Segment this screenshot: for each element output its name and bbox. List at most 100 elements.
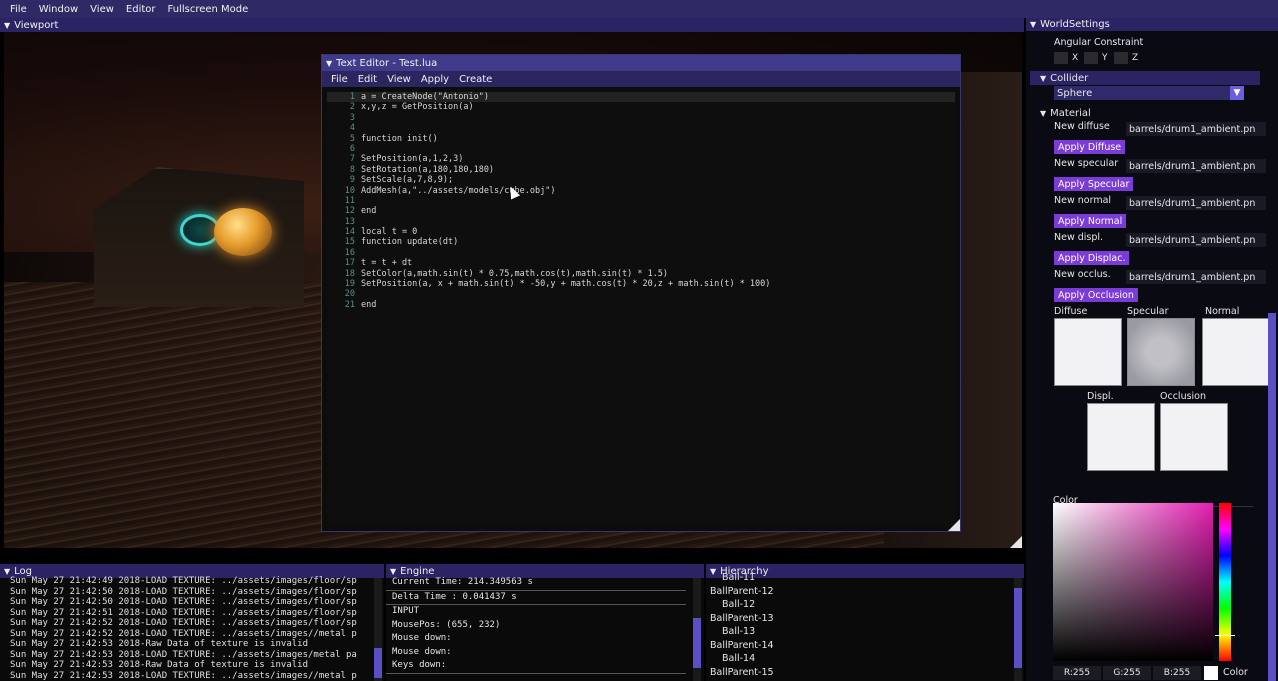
engine-scrollbar[interactable] <box>693 578 701 681</box>
texture-preview-normal[interactable] <box>1202 318 1270 386</box>
code-line[interactable]: 20 <box>327 289 955 299</box>
viewport-resize-grip-icon[interactable] <box>1010 536 1022 548</box>
color-picker-sv[interactable] <box>1053 503 1213 661</box>
color-r-field[interactable]: R:255 <box>1053 666 1101 680</box>
hue-slider-marker[interactable] <box>1215 635 1235 636</box>
log-scrollbar[interactable] <box>374 578 382 681</box>
code-text[interactable]: SetScale(a,7,8,9); <box>361 175 453 185</box>
angular-y-checkbox[interactable] <box>1084 52 1098 64</box>
code-line[interactable]: 8 SetRotation(a,180,180,180) <box>327 165 955 175</box>
map-path-input[interactable]: barrels/drum1_ambient.pn <box>1126 196 1266 210</box>
code-text[interactable]: a = CreateNode("Antonio") <box>361 92 489 102</box>
code-line[interactable]: 2 x,y,z = GetPosition(a) <box>327 102 955 112</box>
hierarchy-node-parent[interactable]: BallParent-15 <box>710 666 1010 680</box>
color-b-field[interactable]: B:255 <box>1153 666 1201 680</box>
editor-menu-create[interactable]: Create <box>454 74 497 85</box>
apply-map-button[interactable]: Apply Diffuse <box>1054 140 1126 154</box>
log-list[interactable]: Sun May 27 21:42:49 2018-LOAD TEXTURE: .… <box>0 576 370 681</box>
code-text[interactable]: SetRotation(a,180,180,180) <box>361 165 494 175</box>
code-line[interactable]: 13 <box>327 217 955 227</box>
apply-map-button[interactable]: Apply Normal <box>1054 214 1127 228</box>
code-line[interactable]: 7 SetPosition(a,1,2,3) <box>327 154 955 164</box>
map-path-input[interactable]: barrels/drum1_ambient.pn <box>1126 270 1266 284</box>
apply-map-button[interactable]: Apply Occlusion <box>1054 288 1138 302</box>
apply-map-button[interactable]: Apply Specular <box>1054 177 1134 191</box>
code-line[interactable]: 18 SetColor(a,math.sin(t) * 0.75,math.cos… <box>327 269 955 279</box>
code-text[interactable]: function init() <box>361 134 438 144</box>
collapse-triangle-icon[interactable]: ▼ <box>1040 109 1046 118</box>
texture-preview-diffuse[interactable] <box>1054 318 1122 386</box>
angular-z-checkbox[interactable] <box>1114 52 1128 64</box>
hierarchy-node-child[interactable]: Ball-14 <box>710 652 1010 666</box>
code-line[interactable]: 6 <box>327 144 955 154</box>
code-text[interactable]: end <box>361 206 376 216</box>
code-line[interactable]: 15 function update(dt) <box>327 237 955 247</box>
code-line[interactable]: 3 <box>327 113 955 123</box>
code-line[interactable]: 12 end <box>327 206 955 216</box>
code-line[interactable]: 5 function init() <box>327 134 955 144</box>
material-header[interactable]: ▼ Material <box>1040 106 1264 120</box>
menu-view[interactable]: View <box>84 4 120 15</box>
dropdown-arrow-icon[interactable]: ▼ <box>1230 86 1244 100</box>
editor-menu-apply[interactable]: Apply <box>416 74 454 85</box>
menu-fullscreen-mode[interactable]: Fullscreen Mode <box>162 4 255 15</box>
code-text[interactable]: x,y,z = GetPosition(a) <box>361 102 474 112</box>
collapse-triangle-icon[interactable]: ▼ <box>4 567 10 576</box>
code-text[interactable]: SetColor(a,math.sin(t) * 0.75,math.cos(t… <box>361 269 668 279</box>
code-line[interactable]: 10 AddMesh(a,"../assets/models/cube.obj") <box>327 186 955 196</box>
code-line[interactable]: 4 <box>327 123 955 133</box>
collapse-triangle-icon[interactable]: ▼ <box>390 567 396 576</box>
code-line[interactable]: 16 <box>327 248 955 258</box>
editor-menu-file[interactable]: File <box>326 74 353 85</box>
collapse-triangle-icon[interactable]: ▼ <box>1040 74 1046 83</box>
map-path-input[interactable]: barrels/drum1_ambient.pn <box>1126 159 1266 173</box>
code-line[interactable]: 21 end <box>327 300 955 310</box>
world-settings-titlebar[interactable]: ▼ WorldSettings <box>1026 18 1278 31</box>
text-editor-titlebar[interactable]: ▼ Text Editor - Test.lua <box>322 55 960 71</box>
code-text[interactable]: local t = 0 <box>361 227 417 237</box>
engine-scrollbar-thumb[interactable] <box>693 618 701 668</box>
collider-header[interactable]: ▼ Collider <box>1030 71 1260 85</box>
color-g-field[interactable]: G:255 <box>1103 666 1151 680</box>
texture-preview-specular[interactable] <box>1127 318 1195 386</box>
code-line[interactable]: 11 <box>327 196 955 206</box>
map-path-input[interactable]: barrels/drum1_ambient.pn <box>1126 233 1266 247</box>
code-text[interactable]: end <box>361 300 376 310</box>
angular-x-checkbox[interactable] <box>1054 52 1068 64</box>
menu-file[interactable]: File <box>4 4 33 15</box>
collapse-triangle-icon[interactable]: ▼ <box>326 59 332 68</box>
scene-ball-orange[interactable] <box>214 208 272 256</box>
hierarchy-scrollbar-thumb[interactable] <box>1014 588 1022 668</box>
code-text[interactable]: SetPosition(a, x + math.sin(t) * -50,y +… <box>361 279 770 289</box>
color-swatch[interactable] <box>1204 666 1218 680</box>
code-line[interactable]: 19 SetPosition(a, x + math.sin(t) * -50,y… <box>327 279 955 289</box>
menu-editor[interactable]: Editor <box>120 4 162 15</box>
hierarchy-node-child[interactable]: Ball-13 <box>710 625 1010 639</box>
color-hue-slider[interactable] <box>1219 503 1231 661</box>
hierarchy-scrollbar[interactable] <box>1014 578 1022 681</box>
code-line[interactable]: 17 t = t + dt <box>327 258 955 268</box>
editor-menu-view[interactable]: View <box>382 74 416 85</box>
hierarchy-node-parent[interactable]: BallParent-14 <box>710 639 1010 653</box>
texture-preview-occlusion[interactable] <box>1160 403 1228 471</box>
collapse-triangle-icon[interactable]: ▼ <box>4 21 10 30</box>
viewport-titlebar[interactable]: ▼ Viewport <box>0 18 1024 32</box>
code-text[interactable]: SetPosition(a,1,2,3) <box>361 154 463 164</box>
code-line[interactable]: 1 a = CreateNode("Antonio") <box>327 92 955 103</box>
apply-map-button[interactable]: Apply Displac. <box>1054 251 1130 265</box>
hierarchy-tree[interactable]: Ball-11 BallParent-12 Ball-12 BallParent-13… <box>710 571 1010 681</box>
code-text[interactable]: t = t + dt <box>361 258 412 268</box>
menu-window[interactable]: Window <box>33 4 84 15</box>
code-area[interactable]: 1 a = CreateNode("Antonio") 2 x,y,z = GetPo… <box>327 92 955 526</box>
editor-menu-edit[interactable]: Edit <box>353 74 382 85</box>
code-line[interactable]: 9 SetScale(a,7,8,9); <box>327 175 955 185</box>
map-path-input[interactable]: barrels/drum1_ambient.pn <box>1126 122 1266 136</box>
editor-resize-grip-icon[interactable] <box>948 519 960 531</box>
collider-select[interactable]: Sphere ▼ <box>1054 86 1244 100</box>
code-text[interactable]: function update(dt) <box>361 237 458 247</box>
hierarchy-node-child[interactable]: Ball-11 <box>710 571 1010 585</box>
texture-preview-displ[interactable] <box>1087 403 1155 471</box>
world-settings-scrollbar[interactable] <box>1268 313 1276 681</box>
code-text[interactable]: AddMesh(a,"../assets/models/cube.obj") <box>361 186 555 196</box>
hierarchy-node-parent[interactable]: BallParent-12 <box>710 585 1010 599</box>
